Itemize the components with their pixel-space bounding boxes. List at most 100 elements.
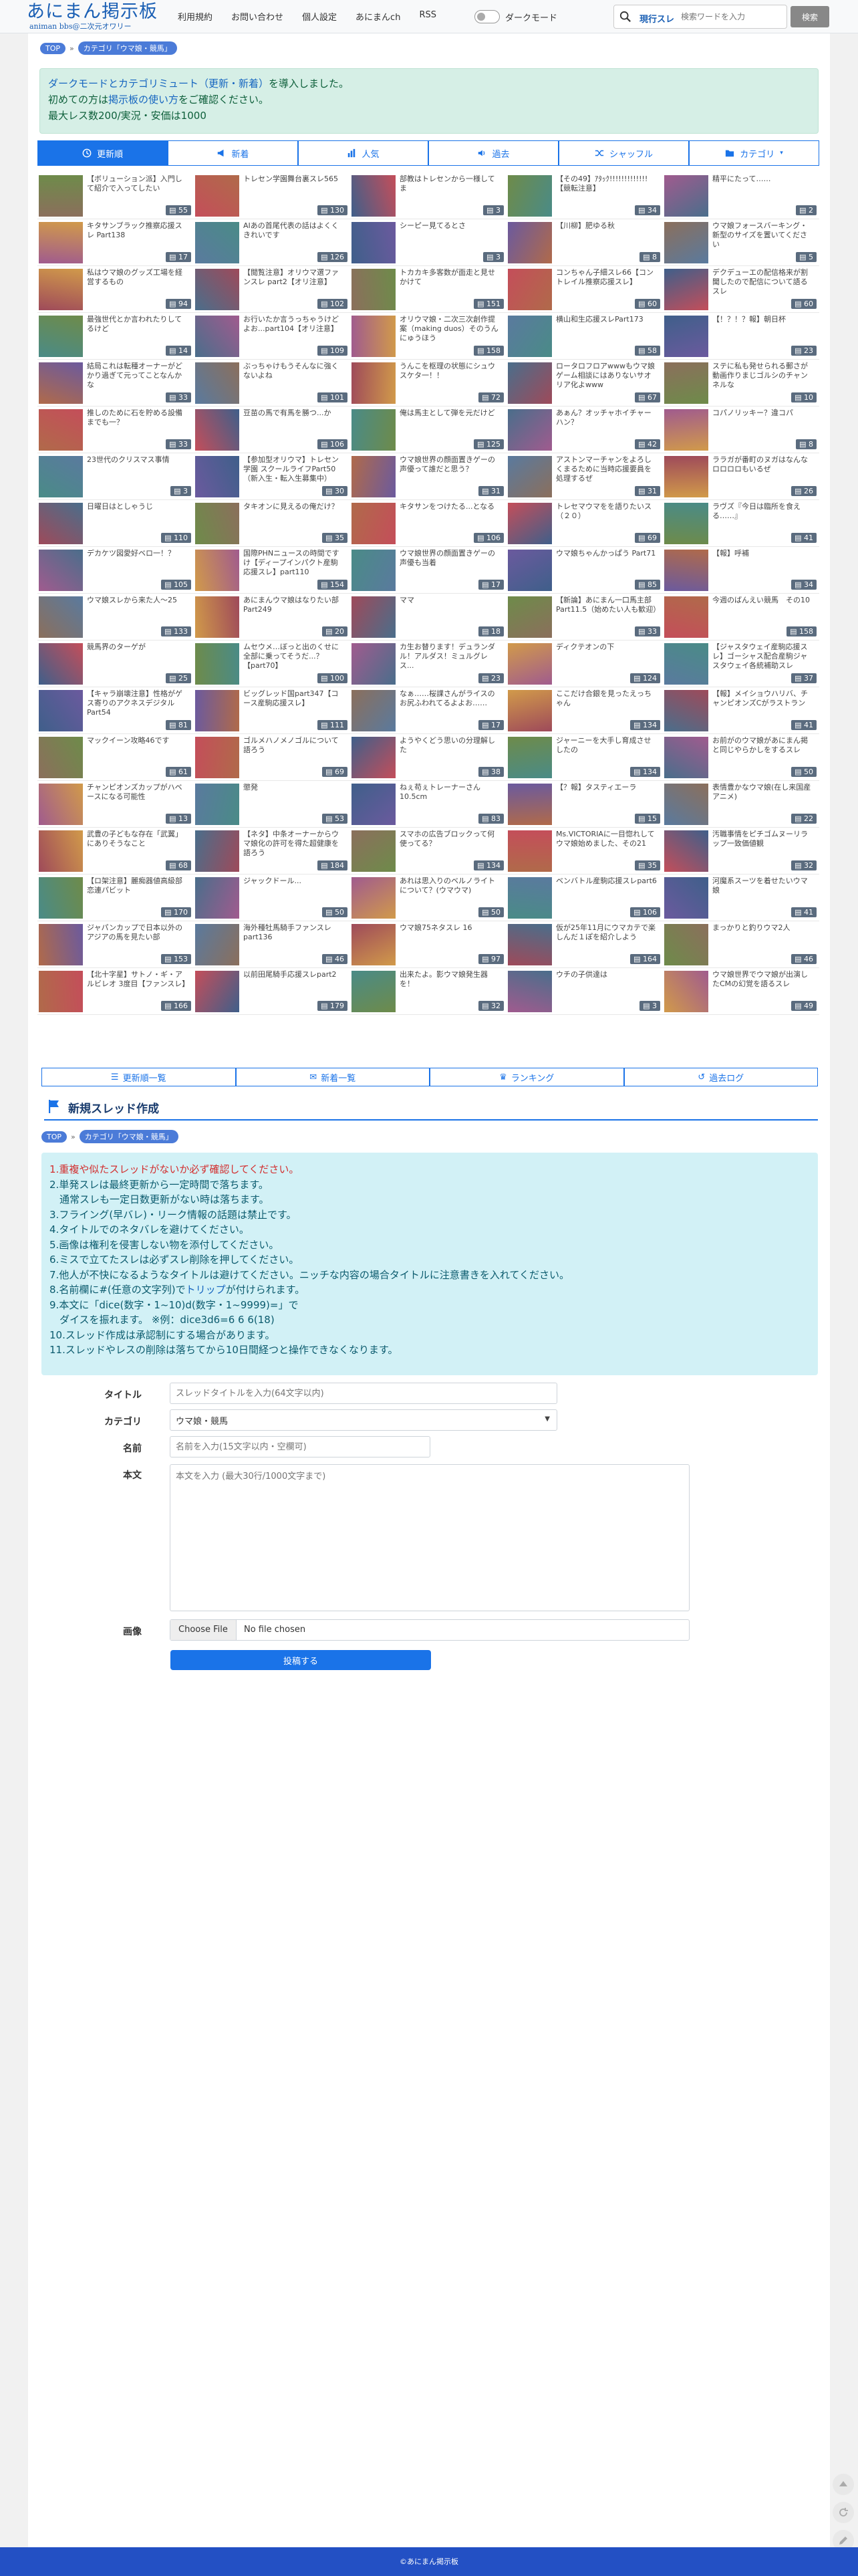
thread-title[interactable]: コパノリッキー？違コパ [712, 408, 814, 418]
thread-title[interactable]: ウマ娘フォースバーキング・新型のサイズを置いてください [712, 221, 814, 249]
thread-thumbnail[interactable] [39, 924, 83, 965]
thread-title[interactable]: 【ボリューション派】入門し て紹介で入ってしたい [87, 174, 188, 193]
thread-title[interactable]: ウマ娘75ネタスレ 16 [400, 923, 501, 933]
image-file-input[interactable]: Choose File No file chosen [170, 1619, 690, 1641]
thread-item[interactable]: ディクテオンの下 ▤ 124 [507, 640, 663, 687]
thread-item[interactable]: スマホの広告ブロックって何使ってる？ ▤ 134 [350, 828, 507, 874]
thread-item[interactable]: AIあの首尾代表の話はよくくきれいです ▤ 126 [194, 219, 350, 266]
choose-file-button[interactable]: Choose File [170, 1620, 237, 1640]
thread-thumbnail[interactable] [351, 924, 396, 965]
thread-title[interactable]: 【報】呼補 [712, 549, 814, 558]
thread-title[interactable]: ぶっちゃけもうそんなに強くないよね [243, 362, 345, 380]
thread-title[interactable]: トレセン学園舞台裏スレ565 [243, 174, 345, 184]
thread-thumbnail[interactable] [508, 877, 552, 919]
thread-title[interactable]: 武豊の子どもな存在「武翼」にありそうなこと [87, 830, 188, 848]
thread-thumbnail[interactable] [39, 971, 83, 1012]
thread-item[interactable]: 【川柳】肥ゆる秋 ▤ 8 [507, 219, 663, 266]
menu-terms[interactable]: 利用規約 [178, 10, 212, 23]
thread-item[interactable]: 【キャラ崩壊注意】性格がゲス寄りのアクネスデジタル Part54 ▤ 81 [37, 687, 194, 734]
thread-item[interactable]: トレセマウマをを語りたいス（２０） ▤ 69 [507, 500, 663, 547]
thread-thumbnail[interactable] [39, 269, 83, 310]
thread-item[interactable]: 【閲覧注意】オリウマ選ファンスレ part2【オリ注意】 ▤ 102 [194, 266, 350, 313]
thread-thumbnail[interactable] [195, 596, 239, 638]
thread-thumbnail[interactable] [195, 690, 239, 731]
thread-item[interactable]: ステに私も発せられる郵さが動画作りまじゴルシのチャンネルな ▤ 10 [663, 360, 819, 406]
thread-item[interactable]: ウマ娘ちゃんかっぱう Part71 ▤ 85 [507, 547, 663, 594]
thread-item[interactable]: 出来たよ。影ウマ娘発生器を！ ▤ 32 [350, 968, 507, 1015]
thread-title[interactable]: マックイーン攻略46です [87, 736, 188, 745]
thread-thumbnail[interactable] [508, 690, 552, 731]
thread-title[interactable]: AIあの首尾代表の話はよくくきれいです [243, 221, 345, 240]
thread-thumbnail[interactable] [508, 456, 552, 497]
thread-thumbnail[interactable] [39, 503, 83, 544]
thread-title[interactable]: オリウマ娘・二次三次創作提案（making duos）そのうんにゅうほう [400, 315, 501, 343]
thread-item[interactable]: 【新論】あにまん一口馬主部Part11.5（始めたい人も歓迎） ▤ 33 [507, 594, 663, 640]
thread-item[interactable]: 表情豊かなウマ娘(在し来国産アニメ) ▤ 22 [663, 781, 819, 828]
thread-thumbnail[interactable] [664, 643, 708, 685]
thread-item[interactable]: オリウマ娘・二次三次創作提案（making duos）そのうんにゅうほう ▤ 15… [350, 313, 507, 360]
thread-title[interactable]: 【北十字星】サトノ・ギ・アルビレオ 3度目【ファンスレ】 [87, 970, 188, 989]
thread-title[interactable]: ジャパンカップで日本以外のアジアの馬を見たい部 [87, 923, 188, 942]
thread-thumbnail[interactable] [508, 550, 552, 591]
thread-item[interactable]: ロータロフロアwwwもウマ娘ゲーム相談にはありないサオリア化よwww ▤ 67 [507, 360, 663, 406]
thread-thumbnail[interactable] [195, 924, 239, 965]
tab-category[interactable]: カテゴリ ▾ [689, 140, 819, 166]
category-select[interactable]: ウマ娘・競馬 ▼ [170, 1409, 557, 1431]
thread-item[interactable]: 部教はトレセンから一様してま ▤ 3 [350, 172, 507, 219]
nav-past-log[interactable]: ↺ 過去ログ [623, 1068, 818, 1086]
thread-thumbnail[interactable] [508, 830, 552, 872]
thread-title[interactable]: カ生お替ります！デュランダル！アルダス！ミュルグレス... [400, 642, 501, 671]
thread-item[interactable]: ジャックドール... ▤ 50 [194, 874, 350, 921]
thread-title[interactable]: チャンピオンズカップがハベースになる可能性 [87, 783, 188, 802]
trip-link[interactable]: トリップ [186, 1284, 226, 1296]
thread-title[interactable]: Ms.VICTORIAに一目惚れしてウマ娘始めました、その21 [556, 830, 658, 848]
thread-thumbnail[interactable] [351, 269, 396, 310]
thread-title[interactable]: ベンバトル産駒応援スレpart6 [556, 876, 658, 886]
thread-title[interactable]: 俺は馬主として弾を元だけど [400, 408, 501, 418]
menu-contact[interactable]: お問い合わせ [231, 10, 283, 23]
thread-thumbnail[interactable] [508, 316, 552, 357]
thread-title[interactable]: 【ネタ】中条オーナーからウマ娘化の許可を得た超健康を語ろう [243, 830, 345, 858]
thread-title[interactable]: 表情豊かなウマ娘(在し来国産アニメ) [712, 783, 814, 802]
thread-item[interactable]: デカケツ図愛好ベロ一！？ ▤ 105 [37, 547, 194, 594]
thread-item[interactable]: デクデューエの配信格来が割聞したので配信について語るスレ ▤ 60 [663, 266, 819, 313]
thread-thumbnail[interactable] [351, 690, 396, 731]
thread-thumbnail[interactable] [39, 784, 83, 825]
thread-thumbnail[interactable] [351, 409, 396, 451]
thread-item[interactable]: シーピー見てるとさ ▤ 3 [350, 219, 507, 266]
thread-title[interactable]: ウマ娘世界の顔面置きゲーの声優も当着 [400, 549, 501, 568]
thread-title[interactable]: お前がのウマ娘があにまん掲と同じやらかしをするスレ [712, 736, 814, 755]
thread-item[interactable]: 【！？！？報】朝日杯 ▤ 23 [663, 313, 819, 360]
thread-title[interactable]: 横山和生応援スレPart173 [556, 315, 658, 324]
search-scope-select[interactable]: 現行スレ [639, 12, 674, 25]
tab-new[interactable]: 新着 [168, 140, 298, 166]
breadcrumb-category[interactable]: カテゴリ「ウマ娘・競馬」 [79, 1130, 178, 1143]
thread-thumbnail[interactable] [39, 316, 83, 357]
thread-item[interactable]: 最強世代とか言われたりしてるけど ▤ 14 [37, 313, 194, 360]
thread-title[interactable]: ステに私も発せられる郵さが動画作りまじゴルシのチャンネルな [712, 362, 814, 390]
thread-item[interactable]: 今週のばんえい競馬 その10 ▤ 158 [663, 594, 819, 640]
thread-thumbnail[interactable] [195, 877, 239, 919]
name-input[interactable] [170, 1436, 430, 1457]
thread-item[interactable]: トカカキ多客数が面走と見せかけて ▤ 151 [350, 266, 507, 313]
thread-thumbnail[interactable] [351, 550, 396, 591]
thread-item[interactable]: 【ジャスタウェイ産駒応援スレ】ゴーシャス配合産駒ジャスタウェイ各統補助スレ ▤ 3… [663, 640, 819, 687]
thread-item[interactable]: お前がのウマ娘があにまん掲と同じやらかしをするスレ ▤ 50 [663, 734, 819, 781]
site-title[interactable]: あにまん掲示板 [27, 1, 167, 23]
tab-shuffle[interactable]: シャッフル [559, 140, 689, 166]
thread-item[interactable]: ウチの子供達は ▤ 3 [507, 968, 663, 1015]
scroll-top-button[interactable] [833, 2474, 854, 2495]
search-button[interactable]: 検索 [791, 6, 829, 27]
thread-title[interactable]: ウチの子供達は [556, 970, 658, 979]
thread-item[interactable]: 結局これは転種オーナーがどかり過ぎて元ってことなんかな ▤ 33 [37, 360, 194, 406]
thread-title[interactable]: ママ [400, 596, 501, 605]
thread-title[interactable]: 【ジャスタウェイ産駒応援スレ】ゴーシャス配合産駒ジャスタウェイ各統補助スレ [712, 642, 814, 671]
thread-thumbnail[interactable] [195, 269, 239, 310]
thread-title[interactable]: 【新論】あにまん一口馬主部Part11.5（始めたい人も歓迎） [556, 596, 658, 614]
thread-item[interactable]: Ms.VICTORIAに一目惚れしてウマ娘始めました、その21 ▤ 35 [507, 828, 663, 874]
submit-button[interactable]: 投稿する [170, 1650, 431, 1670]
thread-thumbnail[interactable] [351, 503, 396, 544]
thread-title[interactable]: ジャックドール... [243, 876, 345, 886]
thread-thumbnail[interactable] [39, 222, 83, 263]
thread-thumbnail[interactable] [39, 456, 83, 497]
